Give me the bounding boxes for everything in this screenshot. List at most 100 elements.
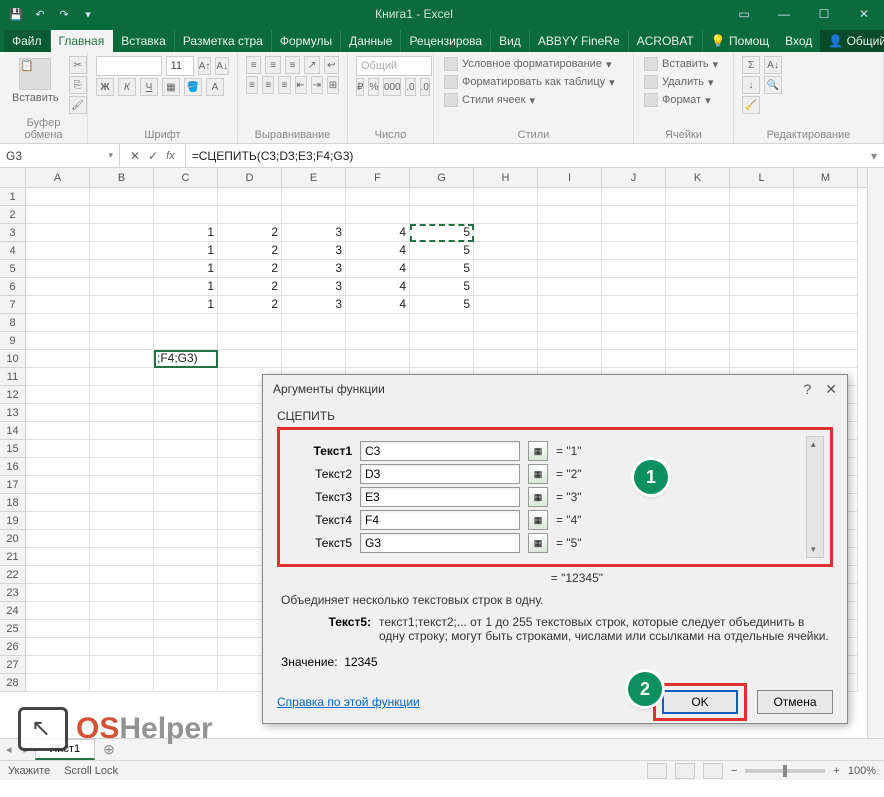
cell-A19[interactable] bbox=[26, 512, 90, 530]
cell-H9[interactable] bbox=[474, 332, 538, 350]
row-header-11[interactable]: 11 bbox=[0, 368, 25, 386]
cell-G6[interactable]: 5 bbox=[410, 278, 474, 296]
row-header-18[interactable]: 18 bbox=[0, 494, 25, 512]
tab-insert[interactable]: Вставка bbox=[113, 30, 175, 52]
cell-B14[interactable] bbox=[90, 422, 154, 440]
cell-F6[interactable]: 4 bbox=[346, 278, 410, 296]
col-header-F[interactable]: F bbox=[346, 168, 410, 187]
zoom-level[interactable]: 100% bbox=[848, 765, 876, 777]
cell-B12[interactable] bbox=[90, 386, 154, 404]
cell-H5[interactable] bbox=[474, 260, 538, 278]
view-break-icon[interactable] bbox=[703, 763, 723, 779]
cell-B23[interactable] bbox=[90, 584, 154, 602]
cell-L1[interactable] bbox=[730, 188, 794, 206]
font-name[interactable] bbox=[96, 56, 162, 76]
cell-B1[interactable] bbox=[90, 188, 154, 206]
cell-B9[interactable] bbox=[90, 332, 154, 350]
row-header-20[interactable]: 20 bbox=[0, 530, 25, 548]
number-format[interactable]: Общий bbox=[356, 56, 432, 76]
cell-C23[interactable] bbox=[154, 584, 218, 602]
cell-B7[interactable] bbox=[90, 296, 154, 314]
cell-I1[interactable] bbox=[538, 188, 602, 206]
cell-L8[interactable] bbox=[730, 314, 794, 332]
indent-inc-icon[interactable]: ⇥ bbox=[311, 76, 323, 94]
cell-L7[interactable] bbox=[730, 296, 794, 314]
cell-E6[interactable]: 3 bbox=[282, 278, 346, 296]
cell-F3[interactable]: 4 bbox=[346, 224, 410, 242]
select-all-corner[interactable] bbox=[0, 168, 26, 188]
cell-H2[interactable] bbox=[474, 206, 538, 224]
cell-A23[interactable] bbox=[26, 584, 90, 602]
row-header-4[interactable]: 4 bbox=[0, 242, 25, 260]
cell-B15[interactable] bbox=[90, 440, 154, 458]
insert-cells[interactable]: Вставить ▾ bbox=[642, 56, 725, 72]
cell-E4[interactable]: 3 bbox=[282, 242, 346, 260]
arg-input-3[interactable] bbox=[360, 510, 520, 530]
cell-L10[interactable] bbox=[730, 350, 794, 368]
cell-G9[interactable] bbox=[410, 332, 474, 350]
cell-C22[interactable] bbox=[154, 566, 218, 584]
tab-review[interactable]: Рецензирова bbox=[401, 30, 491, 52]
cell-L3[interactable] bbox=[730, 224, 794, 242]
cell-C13[interactable] bbox=[154, 404, 218, 422]
autosum-icon[interactable]: Σ bbox=[742, 56, 760, 74]
cell-B27[interactable] bbox=[90, 656, 154, 674]
cell-H7[interactable] bbox=[474, 296, 538, 314]
cell-D8[interactable] bbox=[218, 314, 282, 332]
sort-icon[interactable]: A↓ bbox=[764, 56, 782, 74]
view-layout-icon[interactable] bbox=[675, 763, 695, 779]
align-top-icon[interactable]: ≡ bbox=[246, 56, 261, 74]
cell-J7[interactable] bbox=[602, 296, 666, 314]
arguments-scrollbar[interactable] bbox=[806, 436, 824, 558]
cell-H10[interactable] bbox=[474, 350, 538, 368]
border-icon[interactable]: ▦ bbox=[162, 78, 180, 96]
col-header-H[interactable]: H bbox=[474, 168, 538, 187]
cell-M4[interactable] bbox=[794, 242, 858, 260]
tab-abbyy[interactable]: ABBYY FineRe bbox=[530, 30, 629, 52]
cell-F4[interactable]: 4 bbox=[346, 242, 410, 260]
cell-B24[interactable] bbox=[90, 602, 154, 620]
range-picker-icon-0[interactable]: ▦ bbox=[528, 441, 548, 461]
cell-C21[interactable] bbox=[154, 548, 218, 566]
cell-E8[interactable] bbox=[282, 314, 346, 332]
cell-C20[interactable] bbox=[154, 530, 218, 548]
cell-K4[interactable] bbox=[666, 242, 730, 260]
tab-data[interactable]: Данные bbox=[341, 30, 401, 52]
cell-E7[interactable]: 3 bbox=[282, 296, 346, 314]
font-color-icon[interactable]: A bbox=[206, 78, 224, 96]
dialog-help-icon[interactable]: ? bbox=[803, 381, 811, 397]
cell-G5[interactable]: 5 bbox=[410, 260, 474, 278]
cell-B4[interactable] bbox=[90, 242, 154, 260]
cell-F8[interactable] bbox=[346, 314, 410, 332]
cell-J6[interactable] bbox=[602, 278, 666, 296]
maximize-icon[interactable]: ☐ bbox=[804, 0, 844, 28]
cell-C24[interactable] bbox=[154, 602, 218, 620]
cell-D6[interactable]: 2 bbox=[218, 278, 282, 296]
cell-A6[interactable] bbox=[26, 278, 90, 296]
cancel-formula-icon[interactable]: ✕ bbox=[130, 149, 140, 163]
copy-icon[interactable]: ⎘ bbox=[69, 76, 87, 94]
cell-C19[interactable] bbox=[154, 512, 218, 530]
merge-icon[interactable]: ⊞ bbox=[327, 76, 339, 94]
cell-I9[interactable] bbox=[538, 332, 602, 350]
col-header-A[interactable]: A bbox=[26, 168, 90, 187]
cell-A9[interactable] bbox=[26, 332, 90, 350]
align-bot-icon[interactable]: ≡ bbox=[285, 56, 300, 74]
sign-in[interactable]: Вход bbox=[777, 30, 820, 52]
cell-M6[interactable] bbox=[794, 278, 858, 296]
tab-view[interactable]: Вид bbox=[491, 30, 530, 52]
cell-M8[interactable] bbox=[794, 314, 858, 332]
cell-D2[interactable] bbox=[218, 206, 282, 224]
cell-E1[interactable] bbox=[282, 188, 346, 206]
row-header-22[interactable]: 22 bbox=[0, 566, 25, 584]
cell-M10[interactable] bbox=[794, 350, 858, 368]
cell-D3[interactable]: 2 bbox=[218, 224, 282, 242]
row-header-7[interactable]: 7 bbox=[0, 296, 25, 314]
row-header-3[interactable]: 3 bbox=[0, 224, 25, 242]
cell-C5[interactable]: 1 bbox=[154, 260, 218, 278]
cell-C3[interactable]: 1 bbox=[154, 224, 218, 242]
col-header-L[interactable]: L bbox=[730, 168, 794, 187]
cell-F7[interactable]: 4 bbox=[346, 296, 410, 314]
cell-D9[interactable] bbox=[218, 332, 282, 350]
range-picker-icon-3[interactable]: ▦ bbox=[528, 510, 548, 530]
